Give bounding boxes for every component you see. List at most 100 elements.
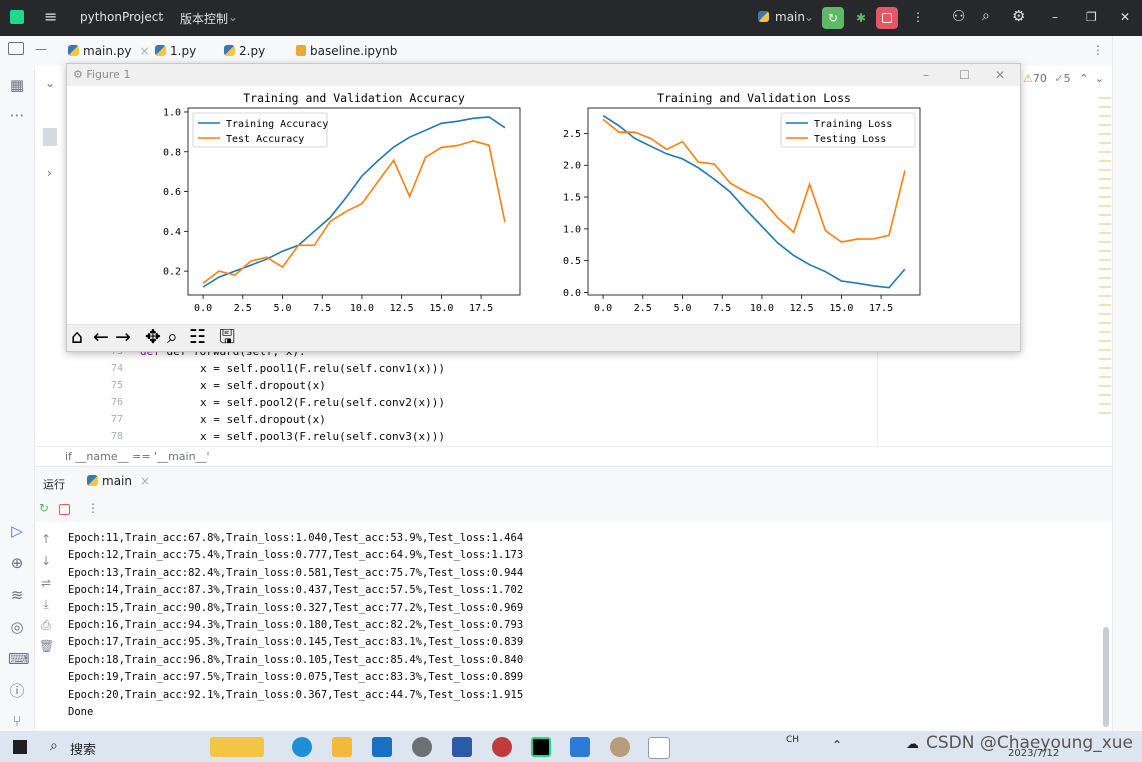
matplotlib-figure-window[interactable]: ⚙ Figure 1 – ☐ ✕ Training and Validation… [66, 63, 1021, 352]
run-panel-header: 运行 main × [35, 466, 1112, 497]
app-icon-red[interactable] [492, 737, 512, 757]
forward-arrow-icon[interactable]: → [115, 326, 131, 348]
terminal-icon[interactable]: ⌨ [8, 650, 30, 668]
problems-icon[interactable]: ⓘ [8, 682, 26, 700]
tab-options-icon[interactable]: ⋮ [1092, 43, 1104, 57]
figure-close-icon[interactable]: ✕ [995, 68, 1005, 82]
configure-subplots-icon[interactable]: ☷ [189, 326, 206, 348]
services-icon[interactable]: ◎ [8, 618, 26, 636]
stop-icon[interactable] [59, 504, 70, 515]
structure-icon[interactable]: ▦ [8, 76, 26, 94]
run-tool-icon[interactable]: ▷ [8, 522, 26, 540]
print-icon[interactable]: ⎙ [39, 618, 53, 633]
warning-icon: ⚠ [1023, 72, 1033, 85]
scroll-to-end-icon[interactable]: ⤓ [39, 597, 53, 612]
run-more-icon[interactable]: ⋮ [87, 501, 99, 515]
app-logo-icon[interactable] [10, 10, 24, 24]
project-panel-expand-icon[interactable]: › [47, 166, 52, 180]
cloud-icon[interactable]: ☁ [906, 737, 919, 752]
console-line: Epoch:17,Train_acc:95.3%,Train_loss:0.14… [68, 636, 524, 648]
more-actions-icon[interactable]: ⋮ [912, 10, 924, 24]
project-dropdown-icon[interactable]: ⌄ [156, 10, 166, 24]
y-tick-label: 0.6 [163, 187, 181, 198]
breadcrumb-item[interactable]: if __name__ == '__main__' [65, 450, 210, 463]
stop-button[interactable] [876, 7, 898, 29]
code-line[interactable]: x = self.pool2(F.relu(self.conv2(x))) [200, 396, 445, 409]
project-tool-icon[interactable] [8, 42, 24, 55]
close-tab-icon[interactable]: × [140, 44, 150, 58]
python-file-icon [224, 45, 235, 56]
search-icon[interactable]: ⌕ [982, 8, 990, 24]
run-console[interactable]: ↑ ↓ ⇌ ⤓ ⎙ 🗑︎ Epoch:11,Train_acc:67.8%,Tr… [35, 522, 1112, 731]
ime-indicator[interactable]: CH [786, 735, 799, 745]
line-number: 74 [110, 363, 123, 374]
tab-run-main[interactable]: main × [87, 474, 150, 488]
console-line: Epoch:14,Train_acc:87.3%,Train_loss:0.43… [68, 584, 524, 596]
scroll-down-icon[interactable]: ↓ [39, 554, 53, 568]
store-app-icon[interactable] [452, 737, 472, 757]
code-line[interactable]: x = self.pool3(F.relu(self.conv3(x))) [200, 430, 445, 443]
project-name[interactable]: pythonProject [80, 10, 163, 24]
settings-gear-icon[interactable]: ⚙ [1012, 7, 1025, 25]
close-run-tab-icon[interactable]: × [140, 474, 150, 488]
soft-wrap-icon[interactable]: ⇌ [39, 576, 53, 590]
run-config-name[interactable]: main [775, 10, 805, 24]
run-config-dropdown-icon[interactable]: ⌄ [804, 10, 814, 24]
tab-2-py[interactable]: 2.py [224, 44, 265, 58]
pycharm-app-icon[interactable] [531, 737, 551, 757]
prev-highlight-icon[interactable]: ⌃ [1079, 72, 1088, 85]
collapse-icon[interactable]: — [35, 42, 47, 56]
error-stripe [1099, 90, 1111, 420]
x-tick-label: 15.0 [829, 303, 853, 314]
app-icon-misc[interactable] [610, 737, 630, 757]
mail-icon[interactable] [372, 737, 392, 757]
code-line[interactable]: x = self.dropout(x) [200, 413, 326, 426]
vcs-menu[interactable]: 版本控制 [180, 10, 228, 27]
tab-baseline-ipynb[interactable]: baseline.ipynb [296, 44, 397, 58]
tray-chevron-icon[interactable]: ⌃ [832, 738, 842, 752]
y-tick-label: 1.5 [563, 193, 581, 204]
taskbar-search-label[interactable]: 搜索 [70, 739, 96, 758]
figure-minimize-icon[interactable]: – [923, 68, 929, 82]
code-line[interactable]: x = self.dropout(x) [200, 379, 326, 392]
edge-browser-icon[interactable] [292, 737, 312, 757]
save-figure-icon[interactable]: 🖫︎ [219, 326, 235, 348]
legend-label: Training Accuracy [226, 119, 328, 130]
figure-canvas[interactable]: Training and Validation Accuracy 0.0 2.5 5.… [67, 86, 1020, 324]
taskbar-search-icon[interactable]: ⌕ [50, 738, 58, 754]
file-explorer-icon[interactable] [332, 737, 352, 757]
settings-app-icon[interactable] [412, 737, 432, 757]
project-panel-chevron-icon[interactable]: ⌄ [45, 76, 55, 90]
git-branch-icon[interactable]: ⑂ [8, 712, 26, 730]
python-packages-icon[interactable]: ⊕ [8, 554, 26, 572]
add-user-icon[interactable]: ⚇ [952, 7, 965, 25]
matplotlib-app-icon[interactable] [648, 737, 670, 759]
rerun-button[interactable]: ↻ [822, 7, 844, 29]
layers-icon[interactable]: ≋ [8, 586, 26, 604]
main-menu-icon[interactable]: ≡ [44, 7, 57, 26]
console-scrollbar[interactable] [1103, 627, 1109, 727]
debug-button[interactable]: ✱ [850, 7, 872, 29]
trash-icon[interactable]: 🗑︎ [39, 639, 54, 653]
windows-start-icon[interactable] [13, 740, 27, 754]
zoom-icon[interactable]: ⌕ [167, 326, 178, 348]
next-highlight-icon[interactable]: ⌄ [1095, 72, 1104, 85]
back-arrow-icon[interactable]: ← [93, 326, 109, 348]
figure-maximize-icon[interactable]: ☐ [959, 68, 970, 82]
inspection-widget[interactable]: ⚠70 ✓5 ⌃ ⌄ [1023, 72, 1104, 85]
rerun-icon[interactable]: ↻ [39, 501, 49, 515]
tab-main-py[interactable]: main.py × [68, 44, 150, 65]
tab-1-py[interactable]: 1.py [155, 44, 196, 58]
vcs-dropdown-icon[interactable]: ⌄ [228, 10, 238, 24]
scroll-up-icon[interactable]: ↑ [39, 532, 53, 546]
legend-label: Training Loss [814, 119, 892, 130]
close-window-icon[interactable]: ✕ [1120, 10, 1130, 24]
home-icon[interactable]: ⌂ [71, 326, 83, 348]
more-tools-icon[interactable]: ⋯ [8, 106, 26, 124]
widget-icon[interactable] [210, 737, 264, 757]
minimize-window-icon[interactable]: – [1052, 10, 1058, 24]
pan-icon[interactable]: ✥ [145, 326, 161, 348]
restore-window-icon[interactable]: ❐ [1086, 10, 1097, 24]
photos-app-icon[interactable] [570, 737, 590, 757]
code-line[interactable]: x = self.pool1(F.relu(self.conv1(x))) [200, 362, 445, 375]
